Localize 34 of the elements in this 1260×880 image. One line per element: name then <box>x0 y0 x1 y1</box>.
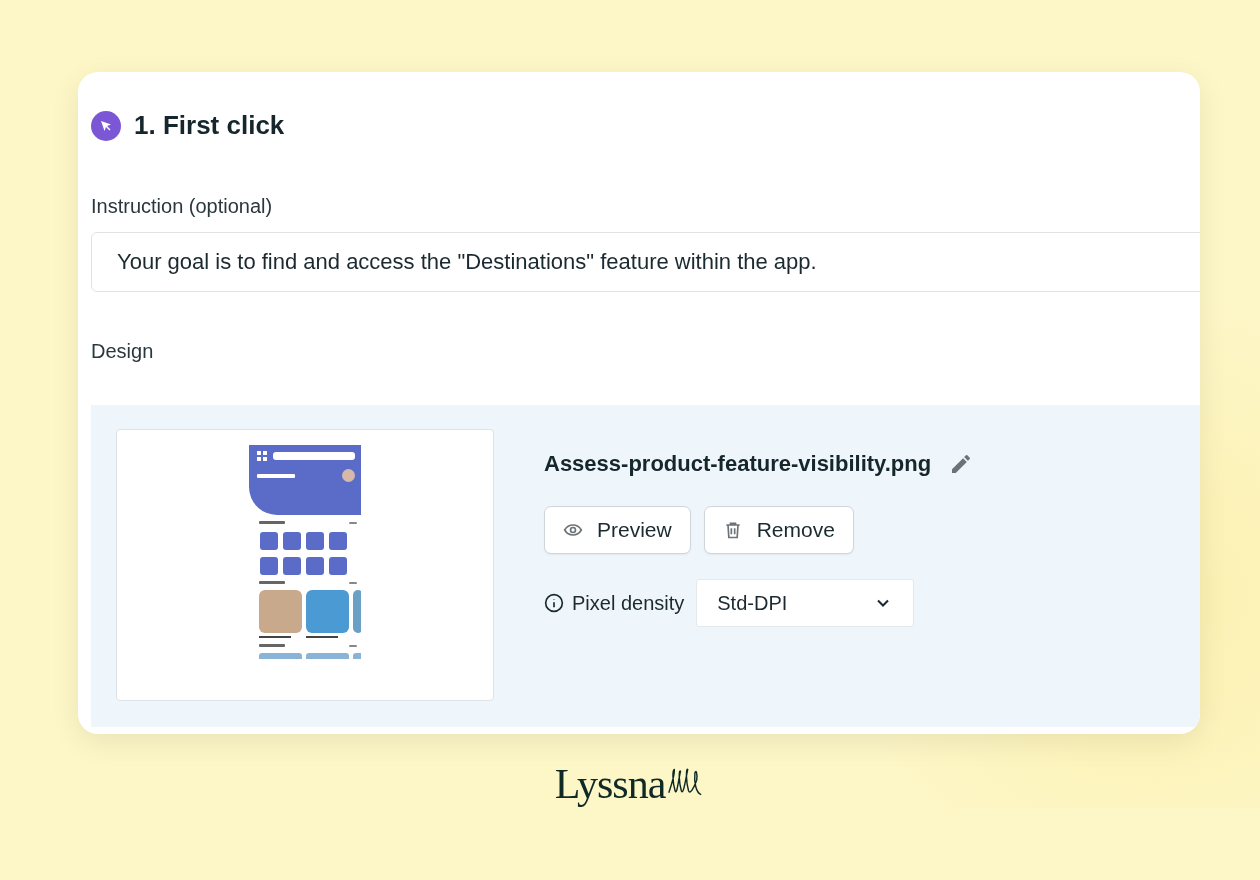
step-title: 1. First click <box>134 110 285 141</box>
instruction-field[interactable]: Your goal is to find and access the "Destinations" feature within the app. <box>91 232 1200 292</box>
photo-placeholder <box>259 590 302 633</box>
info-icon <box>544 593 564 613</box>
category-tile <box>329 557 347 575</box>
file-name: Assess-product-feature-visibility.png <box>544 451 932 477</box>
photo-placeholder <box>306 653 349 659</box>
more-icon <box>349 521 357 524</box>
section-label: Design <box>91 340 155 363</box>
preview-button[interactable]: Preview <box>544 506 691 554</box>
text-placeholder <box>259 521 285 524</box>
pixel-density-dropdown[interactable]: Std-DPI <box>696 579 915 627</box>
grid-icon <box>257 451 267 461</box>
category-tile <box>329 532 347 550</box>
photo-placeholder <box>259 653 302 659</box>
category-tile <box>283 557 301 575</box>
category-tile <box>260 532 278 550</box>
field-label: Pixel density <box>572 591 685 615</box>
category-tile <box>283 532 301 550</box>
text-placeholder <box>259 644 285 647</box>
text-placeholder <box>259 581 285 584</box>
brand-logo: Lyssna <box>554 760 666 808</box>
photo-placeholder <box>306 590 349 633</box>
cursor-icon <box>91 110 121 141</box>
more-icon <box>349 581 357 584</box>
remove-button[interactable]: Remove <box>703 506 854 554</box>
field-label: Instruction (optional) <box>91 195 274 218</box>
more-icon <box>349 644 357 647</box>
avatar <box>342 469 355 482</box>
category-tile <box>306 532 324 550</box>
category-tile <box>306 557 324 575</box>
photo-placeholder <box>353 590 361 633</box>
text-placeholder <box>257 473 295 478</box>
category-tile <box>260 557 278 575</box>
